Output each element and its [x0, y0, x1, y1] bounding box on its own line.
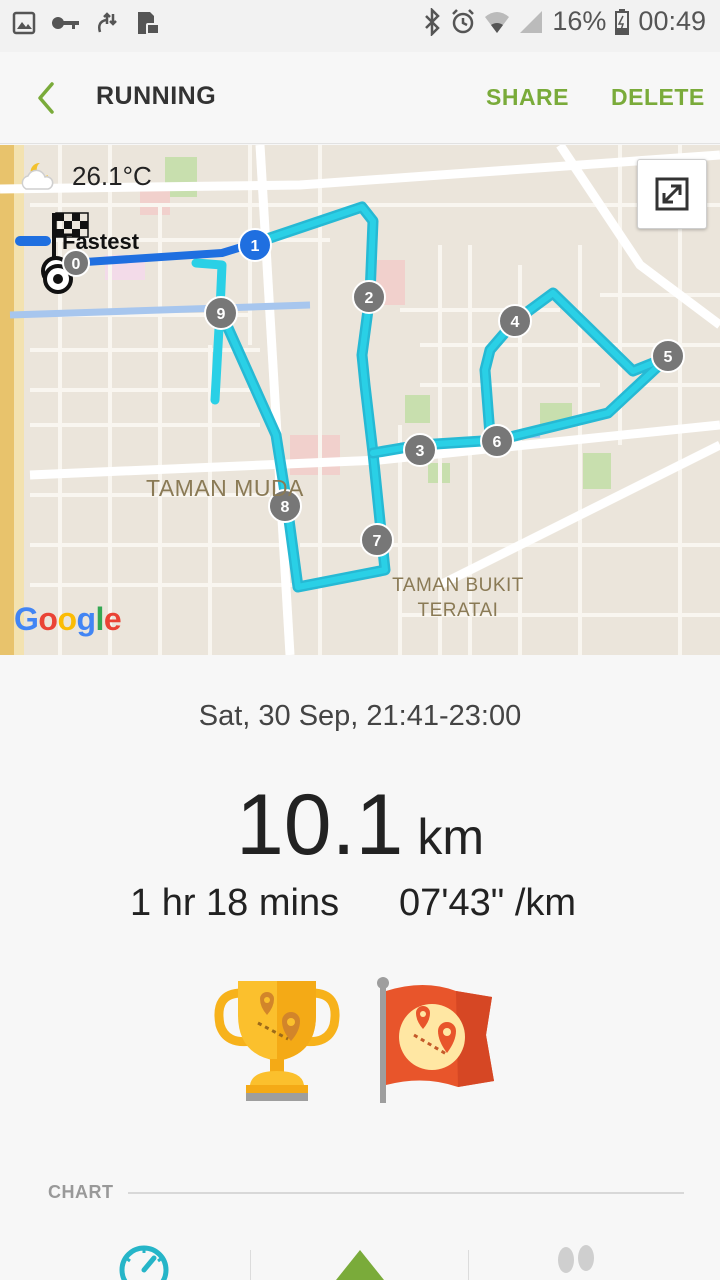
tab-separator: [250, 1250, 251, 1280]
data-transfer-icon: [98, 12, 117, 33]
clock: 00:49: [638, 6, 706, 36]
duration-value: 1 hr 18 mins: [130, 882, 340, 924]
workout-date-range: Sat, 30 Sep, 21:41-23:00: [198, 700, 522, 732]
distance-display: 10.1 km: [0, 776, 720, 875]
night-cloudy-icon: [21, 162, 54, 190]
gallery-icon: [12, 11, 36, 35]
key-icon: [52, 17, 79, 29]
temperature: 26.1°C: [72, 160, 152, 191]
signal-icon: [520, 10, 543, 33]
expand-map-button[interactable]: [637, 159, 707, 229]
screen: 16% 00:49 RUNNING SHARE DELETE 0 1 2 3 4…: [0, 0, 720, 1280]
km-marker-5[interactable]: 5: [651, 339, 685, 373]
route-map[interactable]: 0 1 2 3 4 5 6 7 8 9 26.1°C Fastest TAMAN: [0, 145, 720, 655]
chart-section-label: CHART: [48, 1182, 126, 1203]
map-canvas: 0 1 2 3 4 5 6 7 8 9: [0, 145, 720, 655]
delete-button[interactable]: DELETE: [611, 84, 705, 111]
pace-value: 07'43" /km: [399, 882, 577, 924]
expand-icon: [655, 177, 689, 211]
chart-tabs: [0, 1240, 720, 1280]
app-bar: RUNNING SHARE DELETE: [0, 52, 720, 144]
notification-icons: [12, 10, 160, 36]
tab-separator: [468, 1250, 469, 1280]
map-place-line-1: TAMAN BUKIT: [392, 575, 524, 596]
svg-text:1: 1: [251, 238, 260, 255]
km-marker-6[interactable]: 6: [480, 424, 514, 458]
distance-value: 10.1: [235, 777, 404, 873]
alarm-icon: [452, 8, 475, 33]
section-divider: [128, 1192, 684, 1194]
km-marker-1[interactable]: 1: [238, 228, 272, 262]
flag-route-icon[interactable]: [374, 975, 504, 1105]
speed-gauge-icon[interactable]: [118, 1244, 170, 1280]
svg-text:5: 5: [664, 349, 673, 366]
svg-text:0: 0: [72, 256, 81, 273]
km-marker-4[interactable]: 4: [498, 304, 532, 338]
elevation-icon[interactable]: [334, 1246, 386, 1280]
map-place-taman-muda: TAMAN MUDA: [146, 475, 304, 501]
km-marker-7[interactable]: 7: [360, 523, 394, 557]
svg-text:3: 3: [416, 443, 425, 460]
km-marker-9[interactable]: 9: [204, 296, 238, 330]
svg-text:4: 4: [511, 314, 520, 331]
map-place-line-2: TERATAI: [417, 600, 499, 621]
km-marker-2[interactable]: 2: [352, 280, 386, 314]
page-title: RUNNING: [96, 82, 217, 110]
battery-percentage: 16%: [552, 6, 607, 36]
google-logo: Google: [14, 601, 122, 637]
steps-icon[interactable]: [552, 1244, 600, 1280]
svg-text:2: 2: [365, 290, 374, 307]
chart-section-header: CHART: [48, 1182, 684, 1206]
back-arrow-icon[interactable]: [28, 78, 68, 118]
svg-text:7: 7: [373, 533, 382, 550]
fastest-segment-label: Fastest: [62, 229, 140, 254]
weather-info: 26.1°C: [18, 159, 152, 193]
map-place-taman-bukit-teratai: TAMAN BUKIT TERATAI: [388, 573, 528, 623]
sd-card-lock-icon: [138, 12, 160, 35]
svg-text:9: 9: [217, 306, 226, 323]
km-marker-3[interactable]: 3: [403, 433, 437, 467]
status-bar: 16% 00:49: [0, 0, 720, 52]
distance-unit: km: [417, 809, 485, 865]
svg-text:6: 6: [493, 434, 502, 451]
bluetooth-icon: [425, 7, 441, 36]
battery-icon: [615, 8, 630, 35]
system-icons: 16% 00:49: [422, 6, 706, 37]
trophy-route-icon[interactable]: [212, 975, 342, 1105]
share-button[interactable]: SHARE: [486, 84, 569, 111]
wifi-icon: [485, 11, 510, 33]
